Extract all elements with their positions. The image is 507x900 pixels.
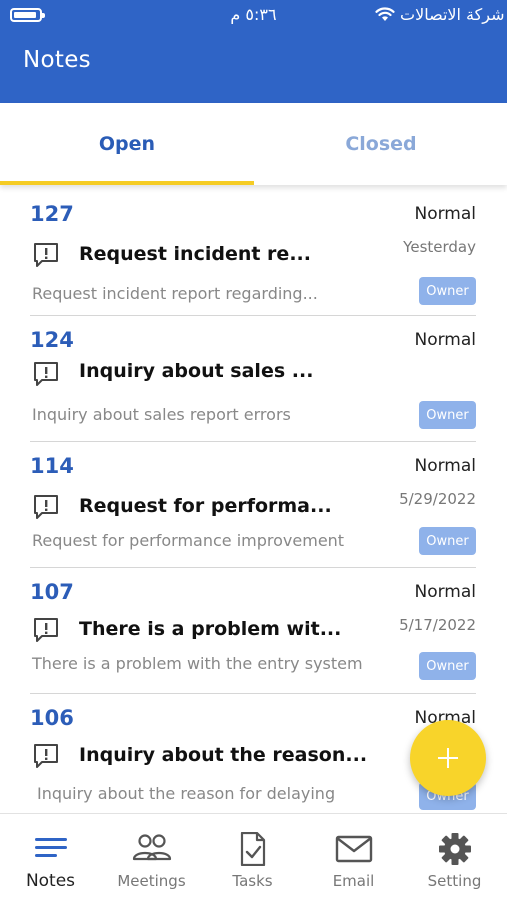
task-document-icon [240,832,265,866]
note-priority: Normal [414,456,476,476]
carrier-name: شركة الاتصالات [400,5,505,24]
nav-meetings[interactable]: Meetings [101,814,202,900]
nav-label: Setting [427,872,482,890]
note-description: There is a problem with the entry system [32,654,363,673]
note-id: 106 [30,706,74,730]
nav-label: Tasks [232,872,273,890]
status-bar: ٥:٣٦ م شركة الاتصالات [0,0,507,30]
note-description: Inquiry about the reason for delaying [37,784,336,803]
nav-tasks[interactable]: Tasks [202,814,303,900]
note-date: 5/17/2022 [399,616,476,634]
add-note-button[interactable] [410,720,486,796]
note-description: Inquiry about sales report errors [32,405,291,424]
note-alert-icon [34,495,58,519]
note-id: 124 [30,328,74,352]
nav-label: Notes [25,871,76,891]
note-title: Request incident re... [79,243,311,265]
note-id: 107 [30,580,74,604]
envelope-icon [335,835,372,863]
note-description: Request for performance improvement [32,531,345,550]
note-item[interactable]: 127 Normal Request incident re... Yester… [30,190,476,316]
nav-label: Email [332,872,375,890]
nav-setting[interactable]: Setting [404,814,505,900]
note-alert-icon [34,744,58,768]
owner-badge: Owner [419,652,476,680]
note-alert-icon [34,362,58,386]
note-item[interactable]: 107 Normal There is a problem wit... 5/1… [30,568,476,694]
note-id: 114 [30,454,74,478]
bottom-navigation: Notes Meetings Tasks Email Setting [0,813,507,900]
note-title: Inquiry about the reason... [79,744,368,766]
note-priority: Normal [414,204,476,224]
note-alert-icon [34,618,58,642]
note-title: There is a problem wit... [79,618,342,640]
wifi-icon [375,7,395,21]
tab-open[interactable]: Open [0,103,254,185]
note-item[interactable]: 124 Normal Inquiry about sales ... Inqui… [30,316,476,442]
note-date: Yesterday [403,238,476,256]
owner-badge: Owner [419,277,476,305]
note-title: Inquiry about sales ... [79,360,314,382]
people-icon [132,834,171,861]
note-title: Request for performa... [79,495,332,517]
nav-label: Meetings [117,872,186,890]
app-header: ٥:٣٦ م شركة الاتصالات Notes [0,0,507,103]
notes-list[interactable]: 127 Normal Request incident re... Yester… [0,190,507,813]
owner-badge: Owner [419,401,476,429]
tab-closed[interactable]: Closed [254,103,507,185]
note-priority: Normal [414,330,476,350]
note-item[interactable]: 114 Normal Request for performa... 5/29/… [30,442,476,568]
page-title: Notes [23,47,91,73]
plus-icon [438,748,458,768]
nav-notes[interactable]: Notes [0,814,101,900]
note-date: 5/29/2022 [399,490,476,508]
gear-icon [438,833,471,865]
active-tab-indicator [0,181,254,185]
note-priority: Normal [414,582,476,602]
note-id: 127 [30,202,74,226]
nav-email[interactable]: Email [303,814,404,900]
note-item[interactable]: 106 Normal Inquiry about the reason... 5… [30,694,476,813]
note-alert-icon [34,243,58,267]
tab-bar: Open Closed [0,103,507,185]
menu-lines-icon [34,838,67,857]
owner-badge: Owner [419,527,476,555]
note-description: Request incident report regarding... [32,284,318,303]
